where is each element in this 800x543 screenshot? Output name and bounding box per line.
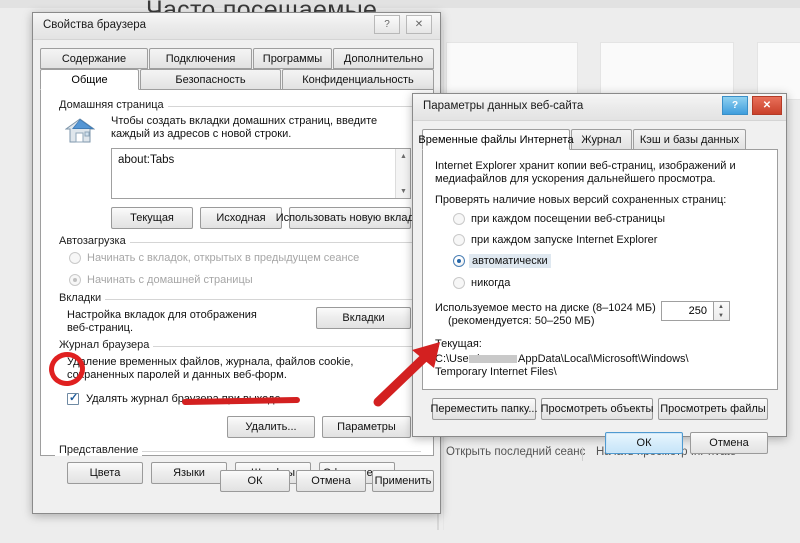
tab-history[interactable]: Журнал <box>571 129 632 150</box>
radio-start-with-home-label: Начинать с домашней страницы <box>87 274 253 286</box>
checkbox-delete-history-on-exit-label: Удалять журнал браузера при выходе <box>86 393 281 405</box>
help-icon[interactable]: ? <box>722 96 748 115</box>
browsing-history-description: Удаление временных файлов, журнала, файл… <box>67 356 354 381</box>
tab-security[interactable]: Безопасность <box>140 69 281 90</box>
view-objects-button[interactable]: Просмотреть объекты <box>541 398 653 420</box>
website-data-settings-dialog[interactable]: Параметры данных веб-сайта ? ✕ Временные… <box>412 93 787 454</box>
redacted-username <box>469 355 517 363</box>
internet-options-titlebar[interactable]: Свойства браузера ? ✕ <box>33 13 440 40</box>
frequent-site-tile[interactable] <box>757 42 800 100</box>
checkbox-delete-history-on-exit[interactable] <box>67 391 79 405</box>
website-data-title: Параметры данных веб-сайта <box>423 100 584 112</box>
frequent-site-tile[interactable] <box>600 42 734 100</box>
home-page-description: Чтобы создать вкладки домашних страниц, … <box>111 115 378 140</box>
current-location-label: Текущая: <box>435 338 482 350</box>
radio-automatic[interactable] <box>453 255 465 267</box>
radio-start-with-home[interactable] <box>69 274 81 286</box>
tab-advanced[interactable]: Дополнительно <box>333 48 434 69</box>
temp-files-description: Internet Explorer хранит копии веб-стран… <box>435 160 736 185</box>
temporary-internet-files-panel: Internet Explorer хранит копии веб-стран… <box>422 149 778 390</box>
browsing-history-group-label: Журнал браузера <box>55 339 154 351</box>
tab-strip-row-1[interactable]: Содержание Подключения Программы Дополни… <box>40 48 434 69</box>
general-tab-panel: Домашняя страница Чтобы создать вкладки … <box>40 89 434 484</box>
tab-content[interactable]: Содержание <box>40 48 148 69</box>
home-page-group-label: Домашняя страница <box>55 99 168 111</box>
current-path-suffix: AppData\Local\Microsoft\Windows\ <box>518 353 689 365</box>
group-divider <box>55 299 421 300</box>
move-folder-button[interactable]: Переместить папку... <box>431 398 538 420</box>
radio-start-with-tabs-label: Начинать с вкладок, открытых в предыдуще… <box>87 252 360 264</box>
disk-space-recommendation: (рекомендуется: 50–250 МБ) <box>448 315 595 327</box>
website-data-body: Временные файлы Интернета Журнал Кэш и б… <box>413 121 786 454</box>
radio-never-label: никогда <box>471 277 511 289</box>
website-data-titlebar[interactable]: Параметры данных веб-сайта ? ✕ <box>413 94 786 121</box>
use-current-button[interactable]: Текущая <box>111 207 193 229</box>
radio-every-visit-label: при каждом посещении веб-страницы <box>471 213 665 225</box>
close-icon[interactable]: ✕ <box>406 15 432 34</box>
apply-button[interactable]: Применить <box>372 470 434 492</box>
scroll-up-icon[interactable]: ▲ <box>396 149 411 163</box>
website-data-cancel-button[interactable]: Отмена <box>690 432 768 454</box>
check-versions-label: Проверять наличие новых версий сохраненн… <box>435 194 727 206</box>
website-data-ok-button[interactable]: ОК <box>605 432 683 454</box>
help-icon[interactable]: ? <box>374 15 400 34</box>
tab-general[interactable]: Общие <box>40 69 139 90</box>
colors-button[interactable]: Цвета <box>67 462 143 484</box>
tabs-group-label: Вкладки <box>55 292 106 304</box>
tab-privacy[interactable]: Конфиденциальность <box>282 69 434 90</box>
delete-history-button[interactable]: Удалить... <box>227 416 315 438</box>
ok-button[interactable]: ОК <box>220 470 290 492</box>
disk-space-label: Используемое место на диске (8–1024 МБ) <box>435 302 656 314</box>
internet-options-body: Содержание Подключения Программы Дополни… <box>33 40 440 513</box>
radio-every-start-label: при каждом запуске Internet Explorer <box>471 234 658 246</box>
tab-temporary-internet-files[interactable]: Временные файлы Интернета <box>418 129 574 150</box>
frequent-site-tile[interactable] <box>446 42 578 100</box>
view-files-button[interactable]: Просмотреть файлы <box>658 398 768 420</box>
internet-options-dialog[interactable]: Свойства браузера ? ✕ Содержание Подключ… <box>32 12 441 514</box>
radio-never[interactable] <box>453 277 465 289</box>
disk-space-input[interactable]: 250 <box>661 301 714 321</box>
use-new-tab-button[interactable]: Использовать новую вкладку <box>276 207 424 229</box>
home-page-scrollbar[interactable]: ▲ ▼ <box>395 149 410 198</box>
scroll-down-icon[interactable]: ▼ <box>396 184 411 198</box>
home-page-value: about:Tabs <box>118 154 175 166</box>
radio-start-with-tabs[interactable] <box>69 252 81 264</box>
tabs-description: Настройка вкладок для отображения веб-ст… <box>67 309 257 334</box>
radio-every-start[interactable] <box>453 234 465 246</box>
reopen-last-session-link[interactable]: Открыть последний сеанс <box>446 446 585 458</box>
website-data-tab-strip[interactable]: Временные файлы Интернета Журнал Кэш и б… <box>418 129 778 150</box>
home-page-textarea[interactable]: about:Tabs ▲ ▼ <box>111 148 411 199</box>
startup-group-label: Автозагрузка <box>55 235 130 247</box>
disk-space-value: 250 <box>688 305 707 317</box>
radio-every-visit[interactable] <box>453 213 465 225</box>
tab-programs[interactable]: Программы <box>253 48 332 69</box>
disk-space-stepper[interactable]: ▲ ▼ <box>714 301 730 321</box>
close-icon[interactable]: ✕ <box>752 96 782 115</box>
tab-caches-and-databases[interactable]: Кэш и базы данных <box>633 129 746 150</box>
stepper-down-icon[interactable]: ▼ <box>714 311 728 320</box>
stepper-up-icon[interactable]: ▲ <box>714 302 728 311</box>
history-settings-button[interactable]: Параметры <box>322 416 411 438</box>
tab-connections[interactable]: Подключения <box>149 48 252 69</box>
cancel-button[interactable]: Отмена <box>296 470 366 492</box>
appearance-group-label: Представление <box>55 444 143 456</box>
tabs-settings-button[interactable]: Вкладки <box>316 307 411 329</box>
languages-button[interactable]: Языки <box>151 462 227 484</box>
bottom-bar-separator <box>582 447 583 461</box>
tab-strip-row-2[interactable]: Общие Безопасность Конфиденциальность <box>40 69 434 90</box>
home-icon <box>65 118 95 143</box>
internet-options-title: Свойства браузера <box>43 19 147 31</box>
use-default-button[interactable]: Исходная <box>200 207 282 229</box>
radio-automatic-label: автоматически <box>469 254 551 268</box>
current-path-line2: Temporary Internet Files\ <box>435 366 557 378</box>
